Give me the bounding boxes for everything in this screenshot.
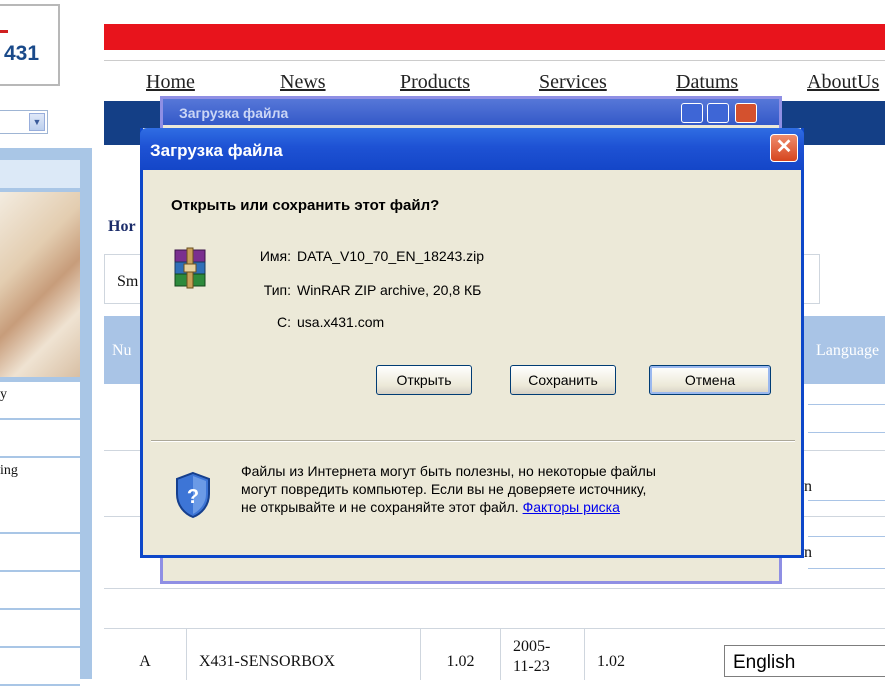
- security-shield-icon: ?: [176, 471, 210, 519]
- chevron-down-icon[interactable]: ▼: [29, 113, 45, 131]
- left-sidebar-list: y ing: [0, 382, 80, 686]
- close-icon[interactable]: ✕: [770, 134, 798, 162]
- column-header-number: Nu: [112, 342, 132, 359]
- dialog-separator: [151, 440, 795, 442]
- left-sidebar-header: [0, 160, 80, 188]
- background-window-titlebar: Загрузка файла: [163, 99, 779, 125]
- winrar-archive-icon: [174, 247, 206, 289]
- cell-letter: A: [139, 653, 151, 670]
- dialog-title: Загрузка файла: [150, 141, 283, 160]
- sidebar-item[interactable]: [0, 572, 80, 610]
- header-red-bar: [104, 24, 885, 50]
- svg-text:?: ?: [187, 486, 199, 508]
- sidebar-photo: [0, 192, 80, 377]
- security-warning: Файлы из Интернета могут быть полезны, н…: [241, 462, 781, 516]
- nav-services[interactable]: Services: [539, 71, 607, 94]
- left-dropdown[interactable]: ▼: [0, 110, 48, 134]
- site-logo[interactable]: 431: [0, 4, 60, 86]
- row-divider: [808, 536, 885, 537]
- language-select[interactable]: English: [724, 645, 885, 677]
- sidebar-item[interactable]: [0, 648, 80, 686]
- maximize-icon[interactable]: [707, 103, 729, 123]
- warning-line: могут повредить компьютер. Если вы не до…: [241, 481, 647, 497]
- close-icon[interactable]: [735, 103, 757, 123]
- warning-text: не открывайте и не сохраняйте этот файл.: [241, 499, 519, 515]
- save-button[interactable]: Сохранить: [510, 365, 616, 395]
- sidebar-item-label: ing: [0, 463, 18, 478]
- logo-mark: [0, 30, 8, 33]
- file-name-label: Имя:: [259, 248, 291, 264]
- sidebar-item[interactable]: ing: [0, 458, 80, 534]
- cell-version2: 1.02: [584, 629, 712, 680]
- nav-news[interactable]: News: [280, 71, 326, 94]
- risk-factors-link[interactable]: Факторы риска: [523, 499, 620, 515]
- logo-text: 431: [4, 42, 40, 65]
- filter-label: Sm: [117, 273, 139, 290]
- table-row: A X431-SENSORBOX 1.02 2005-11-23 1.02 En…: [104, 628, 885, 680]
- sidebar-item[interactable]: y: [0, 382, 80, 420]
- cell-date: 2005-11-23: [500, 629, 584, 680]
- nav-datums[interactable]: Datums: [676, 71, 738, 94]
- dialog-question: Открыть или сохранить этот файл?: [171, 197, 440, 214]
- column-header-language: Language: [816, 342, 880, 359]
- cell-fragment: n: [804, 478, 812, 495]
- sidebar-item-label: y: [0, 387, 7, 402]
- file-download-dialog: Загрузка файла ✕ Открыть или сохранить э…: [140, 128, 804, 558]
- file-name-value: DATA_V10_70_EN_18243.zip: [297, 248, 485, 264]
- file-type-label: Тип:: [263, 282, 291, 298]
- row-divider: [808, 568, 885, 569]
- nav-aboutus[interactable]: AboutUs: [807, 71, 879, 94]
- sidebar-item[interactable]: [0, 420, 80, 458]
- cell-version: 1.02: [420, 629, 500, 680]
- warning-line: не открывайте и не сохраняйте этот файл.…: [241, 498, 781, 516]
- table-row: [104, 588, 885, 589]
- file-source-label: С:: [277, 314, 291, 330]
- breadcrumb: Hor: [108, 218, 136, 235]
- background-window-title: Загрузка файла: [179, 105, 289, 121]
- open-button[interactable]: Открыть: [376, 365, 472, 395]
- cancel-button[interactable]: Отмена: [649, 365, 771, 395]
- minimize-icon[interactable]: [681, 103, 703, 123]
- row-divider: [808, 404, 885, 405]
- file-type-value: WinRAR ZIP archive, 20,8 КБ: [297, 282, 482, 298]
- warning-line: Файлы из Интернета могут быть полезны, н…: [241, 463, 656, 479]
- row-divider: [808, 432, 885, 433]
- top-nav: Home News Products Services Datums About…: [104, 60, 885, 101]
- cell-fragment: n: [804, 544, 812, 561]
- nav-home[interactable]: Home: [146, 71, 195, 94]
- nav-products[interactable]: Products: [400, 71, 470, 94]
- sidebar-item[interactable]: [0, 610, 80, 648]
- cell-model: X431-SENSORBOX: [186, 629, 420, 680]
- row-divider: [808, 500, 885, 501]
- file-source-value: usa.x431.com: [297, 314, 385, 330]
- dialog-titlebar[interactable]: Загрузка файла ✕: [140, 128, 804, 170]
- sidebar-item[interactable]: [0, 534, 80, 572]
